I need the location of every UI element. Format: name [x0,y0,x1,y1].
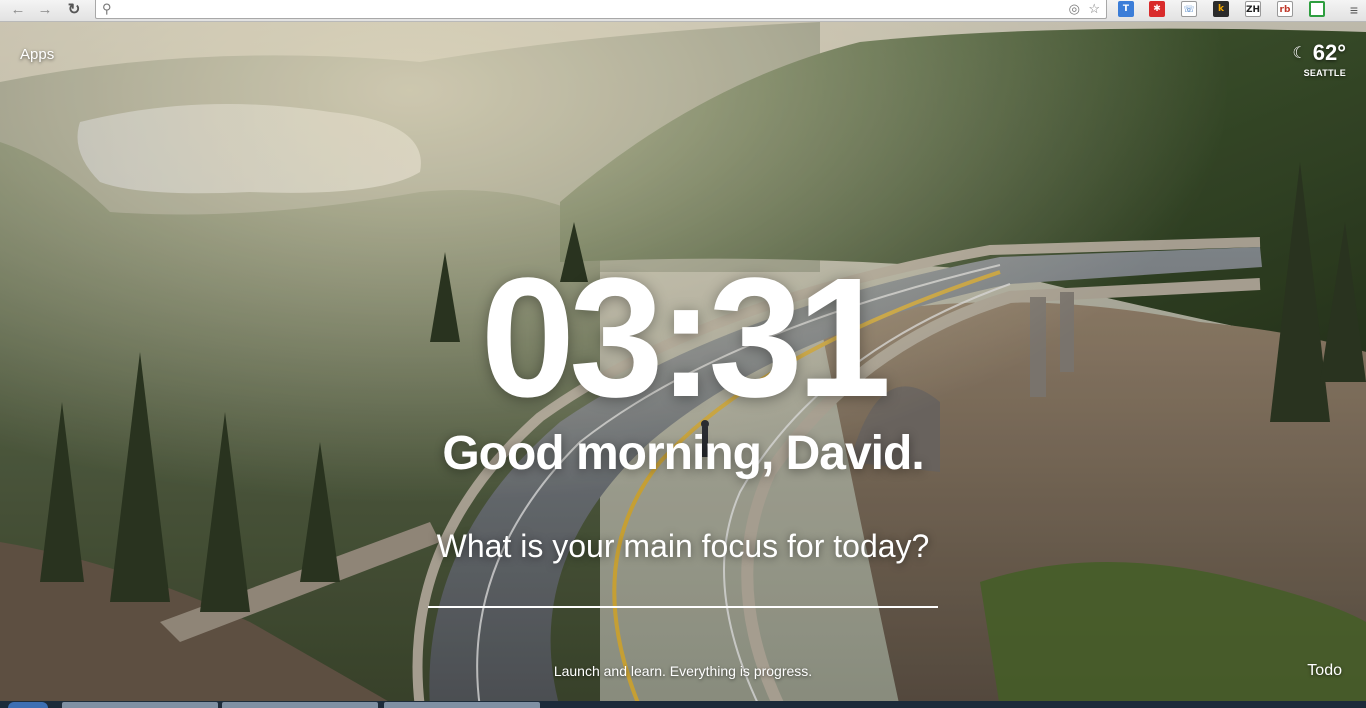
browser-toolbar: ← → ↻ ⚲ ◎ ☆ T ✱ ☏ k ZH rb ≡ [0,0,1366,22]
quote: Launch and learn. Everything is progress… [553,663,813,679]
greeting: Good morning, David. [442,427,924,480]
start-button[interactable] [8,702,48,708]
green-square-extension-icon[interactable] [1309,1,1325,17]
address-input[interactable] [118,1,1062,18]
rbutr-extension-icon[interactable]: rb [1277,1,1293,17]
taskbar-item[interactable] [62,702,218,708]
weather-widget[interactable]: ☾ 62° SEATTLE [1292,40,1346,78]
todo-button[interactable]: Todo [1307,662,1342,680]
address-bar[interactable]: ⚲ ◎ ☆ [95,0,1107,19]
back-arrow-icon[interactable]: ← [8,1,28,19]
taskbar [0,701,1366,708]
zh-extension-icon[interactable]: ZH [1245,1,1261,17]
taskbar-item[interactable] [384,702,540,708]
taskbar-item[interactable] [222,702,378,708]
weather-location: SEATTLE [1303,68,1346,78]
search-icon: ⚲ [102,1,112,16]
phone-extension-icon[interactable]: ☏ [1181,1,1197,17]
location-target-icon[interactable]: ◎ [1069,1,1080,17]
apps-link[interactable]: Apps [20,46,54,63]
translate-extension-icon[interactable]: T [1118,1,1134,17]
forward-arrow-icon[interactable]: → [35,1,55,19]
reload-icon[interactable]: ↻ [64,1,84,19]
focus-question: What is your main focus for today? [436,528,930,564]
k-extension-icon[interactable]: k [1213,1,1229,17]
temperature: 62° [1312,40,1346,65]
hamburger-menu-icon[interactable]: ≡ [1344,1,1364,19]
bookmark-star-icon[interactable]: ☆ [1088,1,1100,17]
clock: 03:31 [480,243,892,433]
asterisk-extension-icon[interactable]: ✱ [1149,1,1165,17]
focus-input[interactable] [428,572,938,608]
moon-icon: ☾ [1292,45,1307,62]
